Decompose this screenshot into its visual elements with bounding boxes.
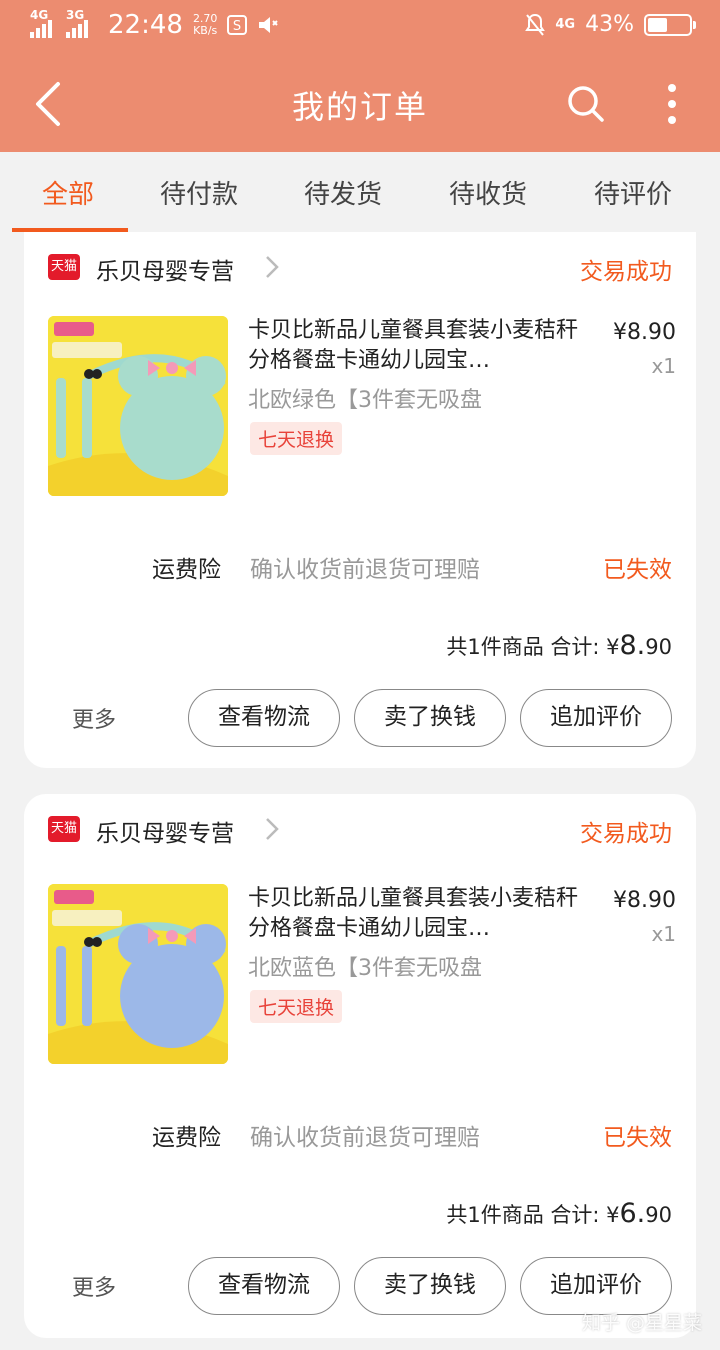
product-title[interactable]: 卡贝比新品儿童餐具套装小麦秸秆分格餐盘卡通幼儿园宝… <box>248 884 578 944</box>
shipping-insurance-desc: 确认收货前退货可理赔 <box>250 557 480 583</box>
order-total-int: 6. <box>619 1198 646 1229</box>
shipping-insurance-status: 已失效 <box>603 557 672 583</box>
tab-pending-review[interactable]: 待评价 <box>594 174 672 211</box>
signal-icon: 4G <box>30 8 56 38</box>
add-review-button[interactable]: 追加评价 <box>520 1257 672 1315</box>
clock: 22:48 <box>108 10 183 40</box>
product-price: ¥8.90 <box>613 888 676 913</box>
svg-text:S: S <box>233 19 241 34</box>
more-actions-link[interactable]: 更多 <box>72 702 116 734</box>
s-app-icon: S <box>227 15 248 35</box>
product-image-art <box>48 316 228 496</box>
order-total-label: 共1件商品 合计: ¥ <box>446 635 620 659</box>
resell-button[interactable]: 卖了换钱 <box>354 689 506 747</box>
page-title: 我的订单 <box>291 88 428 126</box>
tab-all[interactable]: 全部 <box>42 174 94 211</box>
net-speed-unit: KB/s <box>193 24 218 37</box>
chevron-right-icon[interactable] <box>264 816 280 842</box>
network-type-3: 4G <box>555 17 576 32</box>
shop-name[interactable]: 乐贝母婴专营 <box>96 814 234 848</box>
search-icon[interactable] <box>566 84 606 124</box>
app-header: 4G 3G 22:48 2.70 KB/s S 4G 43% 我的订单 <box>0 0 720 152</box>
view-logistics-button[interactable]: 查看物流 <box>188 1257 340 1315</box>
order-total-dec: 90 <box>645 635 672 659</box>
shipping-insurance-status: 已失效 <box>603 1125 672 1151</box>
product-qty: x1 <box>651 354 676 378</box>
more-vertical-icon[interactable] <box>660 82 684 126</box>
network-type-1: 4G <box>30 8 49 22</box>
return-policy-tag: 七天退换 <box>250 990 343 1023</box>
tmall-logo-icon: 天猫 <box>48 816 80 842</box>
product-title[interactable]: 卡贝比新品儿童餐具套装小麦秸秆分格餐盘卡通幼儿园宝… <box>248 316 578 376</box>
notification-off-icon <box>525 13 546 36</box>
order-status: 交易成功 <box>580 821 672 847</box>
shipping-insurance-label: 运费险 <box>152 1125 221 1151</box>
tab-pending-receipt[interactable]: 待收货 <box>449 174 527 211</box>
shop-name[interactable]: 乐贝母婴专营 <box>96 252 234 286</box>
nav-bar: 我的订单 <box>0 56 720 152</box>
chevron-right-icon[interactable] <box>264 254 280 280</box>
status-bar: 4G 3G 22:48 2.70 KB/s S 4G 43% <box>0 0 720 56</box>
net-speed: 2.70 KB/s <box>193 13 218 37</box>
order-card[interactable]: 天猫 乐贝母婴专营 交易成功 卡贝比新品儿童餐具套装小麦秸秆分格餐盘卡通幼儿园宝… <box>24 794 696 1338</box>
signal-icon-2: 3G <box>66 8 92 38</box>
product-price: ¥8.90 <box>613 320 676 345</box>
product-qty: x1 <box>651 922 676 946</box>
order-tabs: 全部 待付款 待发货 待收货 待评价 <box>0 152 720 232</box>
order-status: 交易成功 <box>580 259 672 285</box>
battery-percent: 43% <box>585 12 634 37</box>
more-actions-link[interactable]: 更多 <box>72 1270 116 1302</box>
product-sku: 北欧绿色【3件套无吸盘 <box>248 388 482 413</box>
network-type-2: 3G <box>66 8 85 22</box>
tab-pending-payment[interactable]: 待付款 <box>160 174 238 211</box>
order-total: 共1件商品 合计: ¥8.90 <box>446 630 672 661</box>
product-sku: 北欧蓝色【3件套无吸盘 <box>248 956 482 981</box>
watermark: 知乎 @星星菜 <box>581 1312 702 1334</box>
order-total-int: 8. <box>619 630 646 661</box>
product-image-art <box>48 884 228 1064</box>
add-review-button[interactable]: 追加评价 <box>520 689 672 747</box>
return-policy-tag: 七天退换 <box>250 422 343 455</box>
view-logistics-button[interactable]: 查看物流 <box>188 689 340 747</box>
volume-icon <box>259 17 279 33</box>
order-total-label: 共1件商品 合计: ¥ <box>446 1203 620 1227</box>
shipping-insurance-desc: 确认收货前退货可理赔 <box>250 1125 480 1151</box>
order-total: 共1件商品 合计: ¥6.90 <box>446 1198 672 1229</box>
product-image[interactable] <box>48 316 228 496</box>
product-image[interactable] <box>48 884 228 1064</box>
tab-pending-shipment[interactable]: 待发货 <box>304 174 382 211</box>
resell-button[interactable]: 卖了换钱 <box>354 1257 506 1315</box>
order-total-dec: 90 <box>645 1203 672 1227</box>
tmall-logo-icon: 天猫 <box>48 254 80 280</box>
order-card[interactable]: 天猫 乐贝母婴专营 交易成功 卡贝比新品儿童餐具套装小麦秸秆分格餐盘卡通幼儿园宝… <box>24 232 696 768</box>
shipping-insurance-label: 运费险 <box>152 557 221 583</box>
battery-icon <box>644 13 696 36</box>
